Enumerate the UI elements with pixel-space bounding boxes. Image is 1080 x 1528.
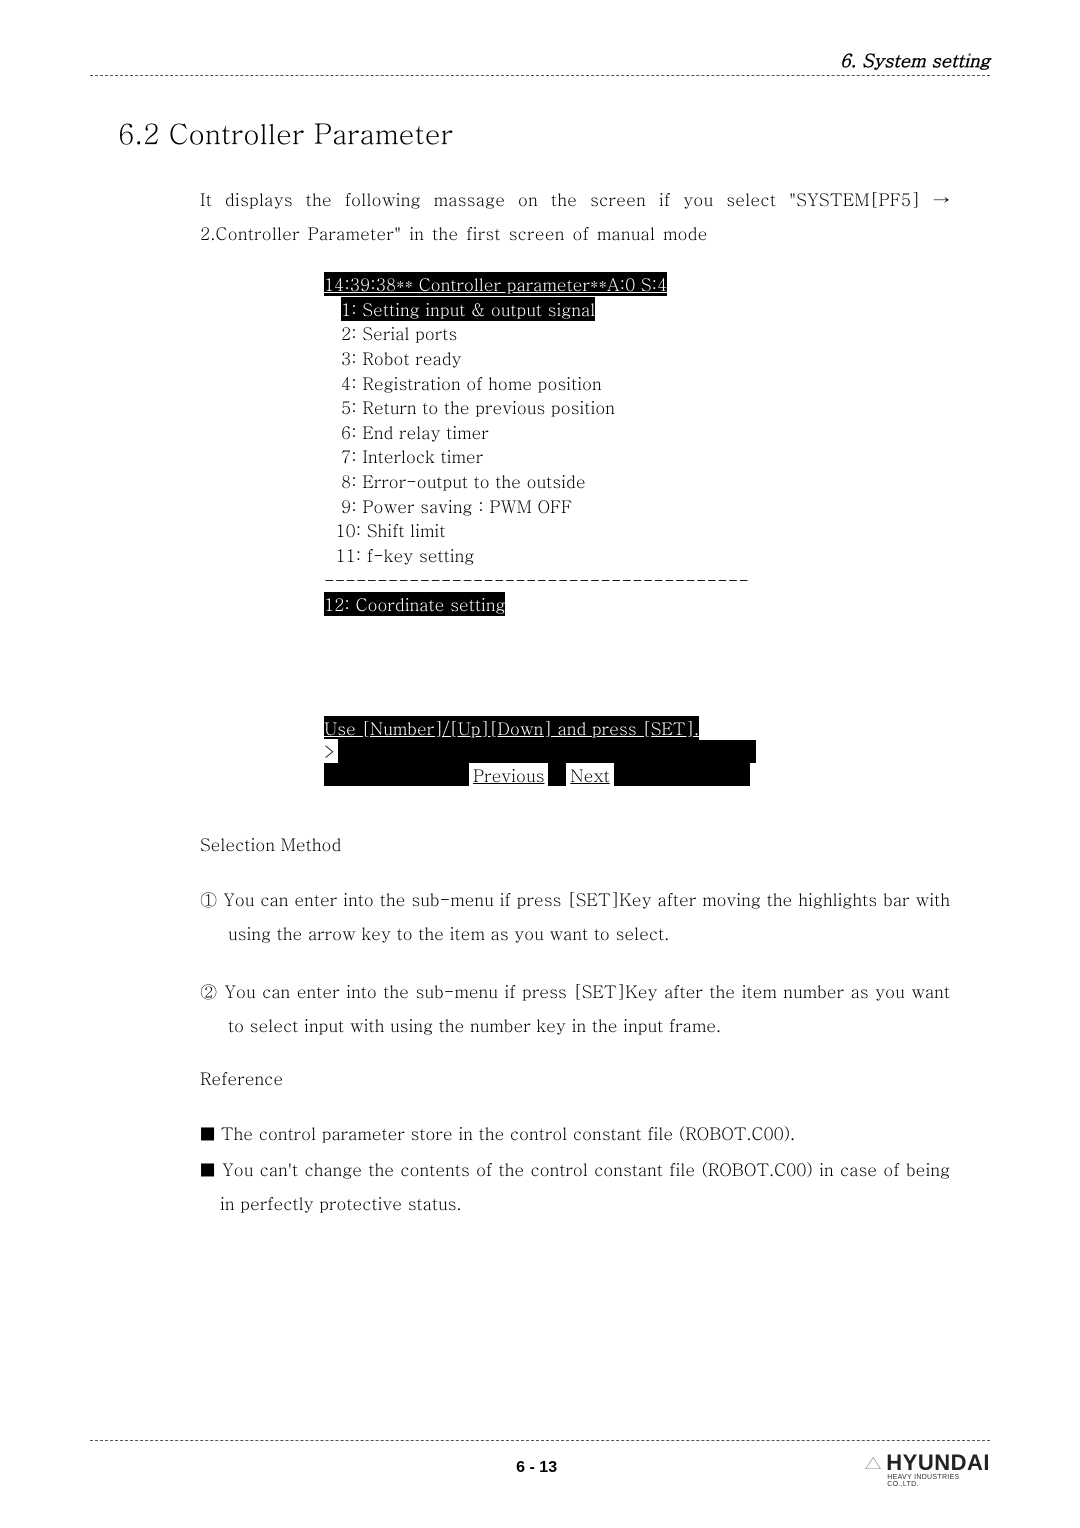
section-intro: It displays the following massage on the… bbox=[200, 182, 950, 250]
selection-item-1: ① You can enter into the sub-menu if pre… bbox=[200, 882, 950, 950]
logo-subtext: HEAVY INDUSTRIES CO.,LTD. bbox=[887, 1474, 990, 1488]
reference-heading: Reference bbox=[200, 1066, 990, 1090]
logo-triangle-icon: △ bbox=[863, 1447, 883, 1476]
terminal-divider: ---------------------------------------- bbox=[324, 568, 756, 593]
chapter-header: 6. System setting bbox=[90, 48, 990, 73]
terminal-item-6: 6: End relay timer bbox=[324, 420, 756, 445]
terminal-item-10: 10: Shift limit bbox=[324, 518, 756, 543]
terminal-instruction: Use [Number]/[Up][Down] and press [SET]. bbox=[324, 716, 699, 740]
terminal-title: 14:39:38** Controller parameter**A:0 S:4 bbox=[324, 272, 667, 296]
terminal-screen: 14:39:38** Controller parameter**A:0 S:4… bbox=[324, 272, 756, 786]
terminal-item-7: 7: Interlock timer bbox=[324, 444, 756, 469]
reference-item-1: ■ The control parameter store in the con… bbox=[200, 1116, 950, 1150]
terminal-item-1: 1: Setting input & output signal bbox=[324, 297, 756, 322]
page-footer: 6 - 13 △ HYUNDAI HEAVY INDUSTRIES CO.,LT… bbox=[90, 1440, 990, 1488]
footer-divider bbox=[90, 1440, 990, 1441]
terminal-prompt: > bbox=[324, 739, 338, 764]
terminal-item-8: 8: Error-output to the outside bbox=[324, 469, 756, 494]
page-number: 6 - 13 bbox=[210, 1459, 863, 1477]
selection-method-heading: Selection Method bbox=[200, 832, 990, 856]
terminal-previous: Previous bbox=[469, 763, 548, 786]
terminal-item-3: 3: Robot ready bbox=[324, 346, 756, 371]
logo: △ HYUNDAI HEAVY INDUSTRIES CO.,LTD. bbox=[863, 1447, 990, 1488]
terminal-item-5: 5: Return to the previous position bbox=[324, 395, 756, 420]
terminal-footer: Previous Next bbox=[324, 763, 756, 786]
terminal-item-11: 11: f-key setting bbox=[324, 543, 756, 568]
terminal-item-9: 9: Power saving : PWM OFF bbox=[324, 494, 756, 519]
reference-item-2: ■ You can't change the contents of the c… bbox=[200, 1152, 950, 1220]
terminal-item-12: 12: Coordinate setting bbox=[324, 592, 505, 616]
terminal-item-2: 2: Serial ports bbox=[324, 321, 756, 346]
selection-item-2: ② You can enter into the sub-menu if pre… bbox=[200, 974, 950, 1042]
logo-text: HYUNDAI bbox=[886, 1450, 990, 1476]
terminal-next: Next bbox=[566, 763, 613, 786]
terminal-prompt-row: > bbox=[324, 740, 756, 763]
terminal-item-4: 4: Registration of home position bbox=[324, 371, 756, 396]
section-title: 6.2 Controller Parameter bbox=[118, 112, 990, 152]
header-divider bbox=[90, 75, 990, 76]
